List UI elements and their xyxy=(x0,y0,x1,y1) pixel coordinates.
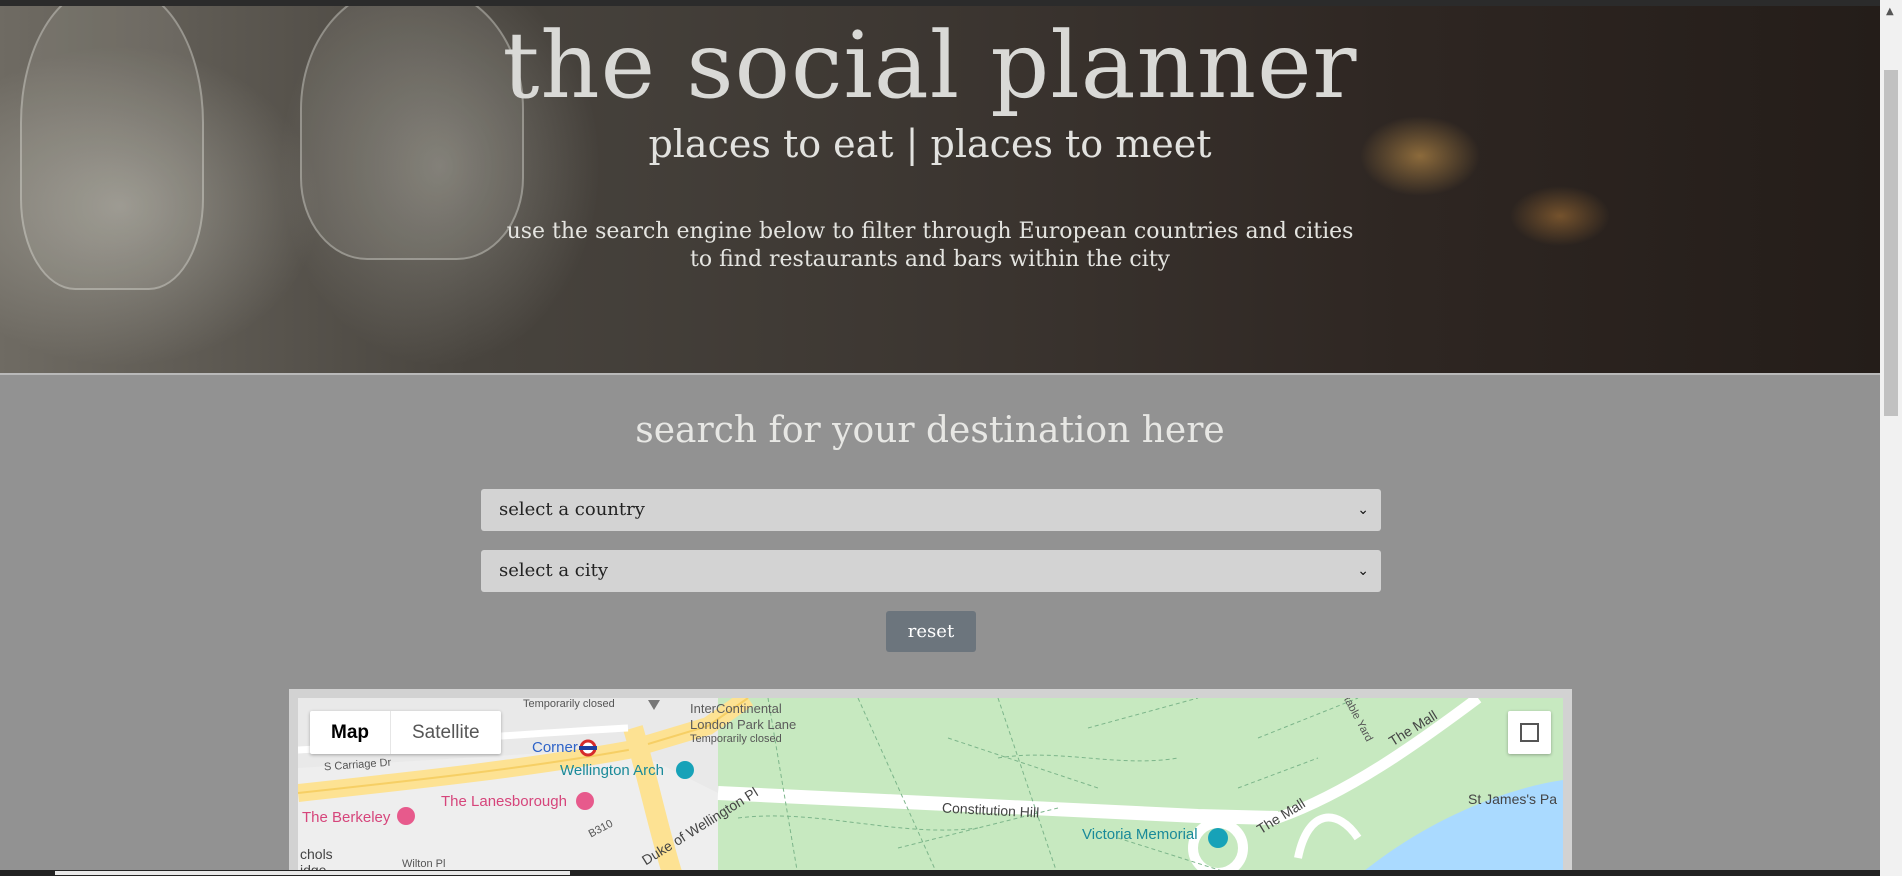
site-subtitle: places to eat | places to meet xyxy=(648,122,1212,166)
site-title: the social planner xyxy=(502,12,1358,119)
scrollbar-thumb[interactable] xyxy=(1884,70,1898,416)
search-heading: search for your destination here xyxy=(635,410,1225,451)
map-type-control: Map Satellite xyxy=(310,711,501,754)
map-type-map-button[interactable]: Map xyxy=(310,711,390,754)
map-label: Wilton Pl xyxy=(402,858,446,870)
site-description: use the search engine below to filter th… xyxy=(0,218,1860,274)
map-label: Corner xyxy=(532,739,578,756)
taskbar-item[interactable] xyxy=(55,871,570,875)
country-select[interactable]: select a country ⌄ xyxy=(481,489,1381,531)
map-label: Wellington Arch xyxy=(560,762,664,779)
map-label: St James's Pa xyxy=(1468,791,1558,807)
hero-banner: the social planner places to eat | place… xyxy=(0,6,1880,373)
city-select-value: select a city xyxy=(499,560,609,581)
map[interactable]: Temporarily closed InterContinental Lond… xyxy=(298,698,1563,876)
city-select[interactable]: select a city ⌄ xyxy=(481,550,1381,592)
map-type-satellite-button[interactable]: Satellite xyxy=(390,711,501,754)
reset-button[interactable]: reset xyxy=(886,611,976,652)
section-divider xyxy=(0,373,1880,375)
map-label: InterContinental xyxy=(690,701,782,716)
map-label: Temporarily closed xyxy=(690,733,782,745)
taskbar xyxy=(0,870,1880,876)
map-label: Victoria Memorial xyxy=(1082,826,1198,843)
map-label: The Berkeley xyxy=(302,809,391,826)
fullscreen-button[interactable] xyxy=(1508,711,1551,754)
country-select-value: select a country xyxy=(499,499,645,520)
site-description-line: to find restaurants and bars within the … xyxy=(690,247,1170,272)
map-label: chols xyxy=(300,846,333,862)
chevron-down-icon: ⌄ xyxy=(1357,563,1369,579)
chevron-down-icon: ⌄ xyxy=(1357,502,1369,518)
map-label: Temporarily closed xyxy=(523,698,615,710)
vertical-scrollbar[interactable]: ▲ xyxy=(1880,0,1902,876)
map-label: The Lanesborough xyxy=(441,793,567,810)
map-label: London Park Lane xyxy=(690,717,797,732)
scroll-up-icon[interactable]: ▲ xyxy=(1886,6,1894,17)
site-description-line: use the search engine below to filter th… xyxy=(506,219,1354,244)
